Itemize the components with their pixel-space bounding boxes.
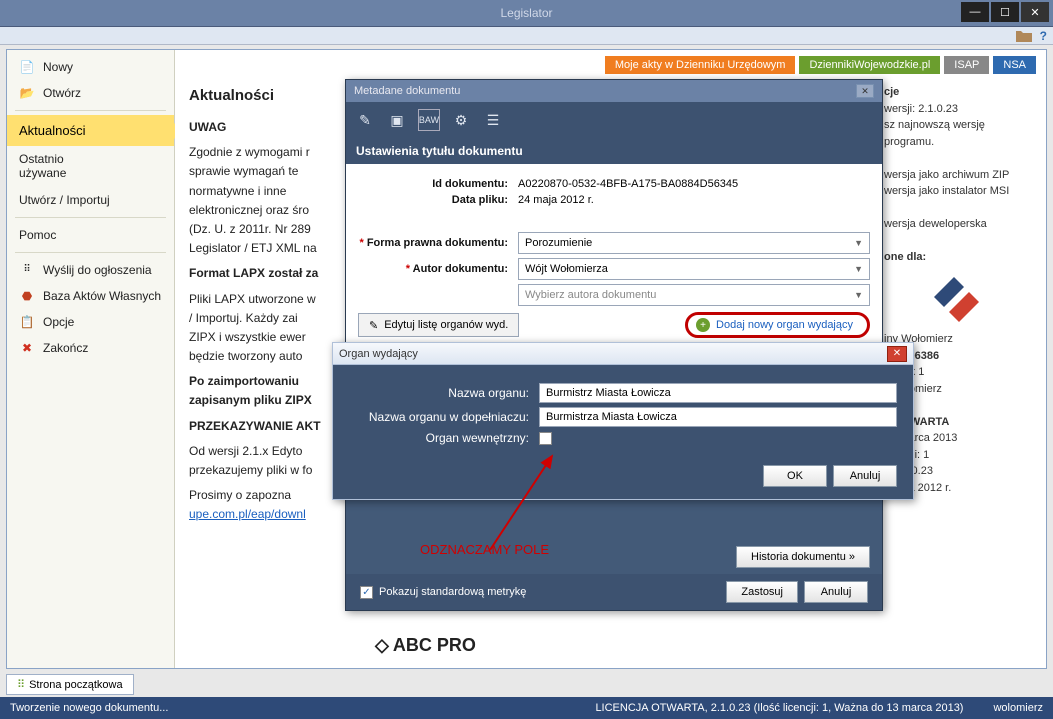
organ-name-label: Nazwa organu: — [349, 386, 539, 400]
heading-przek: PRZEKAZYWANIE AKT — [189, 419, 321, 433]
toplink-isap[interactable]: ISAP — [944, 56, 989, 74]
edit-icon[interactable]: ✎ — [354, 109, 376, 131]
sidebar-label: Nowy — [43, 60, 73, 74]
chevron-down-icon: ▼ — [854, 290, 863, 300]
cancel-button[interactable]: Anuluj — [804, 581, 868, 603]
book-icon[interactable]: ▣ — [386, 109, 408, 131]
options-icon: 📋 — [19, 315, 35, 329]
organ-dialog: Organ wydający ✕ Nazwa organu: Nazwa org… — [332, 342, 914, 500]
chevron-down-icon: ▼ — [854, 264, 863, 274]
autor-combo[interactable]: Wójt Wołomierza ▼ — [518, 258, 870, 280]
link-msi[interactable]: wersja jako instalator MSI — [884, 185, 1009, 197]
organ-internal-checkbox[interactable] — [539, 432, 552, 445]
folder-icon[interactable] — [1016, 29, 1032, 43]
abc-pro-logo: ◇ ABC PRO — [375, 635, 476, 656]
link-zip[interactable]: wersja jako archiwum ZIP — [884, 169, 1009, 181]
tab-start-page[interactable]: ⠿ Strona początkowa — [6, 674, 134, 695]
sidebar-item-recent[interactable]: Ostatnio używane — [7, 146, 174, 187]
forma-label: Forma prawna dokumentu: — [358, 237, 518, 249]
sidebar-item-baw[interactable]: ⬣ Baza Aktów Własnych — [7, 283, 174, 309]
sidebar-item-news[interactable]: Aktualności — [7, 115, 174, 146]
sidebar-label: Otwórz — [43, 86, 81, 100]
grid-icon: ⠿ — [17, 678, 25, 691]
window-titlebar: Legislator — ☐ ✕ — [0, 0, 1053, 27]
annotation-arrow-icon — [460, 450, 560, 560]
organ-genitive-input[interactable] — [539, 407, 897, 427]
heading-format: Format LAPX został za — [189, 266, 318, 280]
checkbox-icon: ✓ — [360, 586, 373, 599]
exit-icon: ✖ — [19, 341, 35, 355]
status-license: LICENCJA OTWARTA, 2.1.0.23 (Ilość licenc… — [595, 702, 963, 714]
dialog2-close-button[interactable]: ✕ — [887, 346, 907, 362]
apply-button[interactable]: Zastosuj — [726, 581, 798, 603]
toplink-nsa[interactable]: NSA — [993, 56, 1036, 74]
organ-genitive-label: Nazwa organu w dopełniaczu: — [349, 410, 539, 424]
heading-uwaga: UWAG — [189, 120, 226, 134]
gear-icon[interactable]: ⚙ — [450, 109, 472, 131]
toplink-moje-akty[interactable]: Moje akty w Dzienniku Urzędowym — [605, 56, 796, 74]
sidebar-label: Zakończ — [43, 341, 88, 355]
sidebar-item-options[interactable]: 📋 Opcje — [7, 309, 174, 335]
sidebar-item-open[interactable]: 📂 Otwórz — [7, 80, 174, 106]
show-metric-checkbox[interactable]: ✓ Pokazuj standardową metrykę — [360, 586, 526, 599]
forma-combo[interactable]: Porozumienie ▼ — [518, 232, 870, 254]
badge-icon: ⬣ — [19, 289, 35, 303]
id-label: Id dokumentu: — [358, 178, 518, 190]
status-bar: Tworzenie nowego dokumentu... LICENCJA O… — [0, 697, 1053, 719]
grid-icon: ⠿ — [19, 263, 35, 277]
sidebar-label: Wyślij do ogłoszenia — [43, 263, 152, 277]
window-close-button[interactable]: ✕ — [1021, 2, 1049, 22]
edit-orgs-button[interactable]: ✎ Edytuj listę organów wyd. — [358, 313, 519, 337]
tab-strip: ⠿ Strona początkowa — [6, 674, 134, 695]
list-icon[interactable]: ☰ — [482, 109, 504, 131]
chevron-down-icon: ▼ — [854, 238, 863, 248]
pencil-icon: ✎ — [369, 319, 378, 332]
sidebar-label: Baza Aktów Własnych — [43, 289, 161, 303]
dialog-title: Metadane dokumentu — [354, 85, 460, 97]
sidebar-item-exit[interactable]: ✖ Zakończ — [7, 335, 174, 361]
window-maximize-button[interactable]: ☐ — [991, 2, 1019, 22]
add-org-button[interactable]: + Dodaj nowy organ wydający — [685, 312, 870, 338]
plus-circle-icon: + — [696, 318, 710, 332]
id-value: A0220870-0532-4BFB-A175-BA0884D56345 — [518, 178, 738, 190]
dialog2-title: Organ wydający — [339, 348, 418, 360]
window-title: Legislator — [500, 6, 552, 20]
logo-placeholder — [924, 272, 1034, 328]
sidebar-label: Pomoc — [19, 228, 56, 242]
history-button[interactable]: Historia dokumentu » — [736, 546, 870, 568]
organ-name-input[interactable] — [539, 383, 897, 403]
sidebar-label: Opcje — [43, 315, 74, 329]
date-value: 24 maja 2012 r. — [518, 194, 594, 206]
autor-label: Autor dokumentu: — [358, 263, 518, 275]
dialog-close-button[interactable]: ✕ — [856, 84, 874, 98]
sidebar-label: używane — [19, 166, 66, 180]
link-dev[interactable]: wersja deweloperska — [884, 218, 987, 230]
ok-button[interactable]: OK — [763, 465, 827, 487]
sidebar-item-help[interactable]: Pomoc — [7, 222, 174, 248]
sidebar-label: Aktualności — [19, 123, 85, 138]
autor-placeholder-combo[interactable]: Wybierz autora dokumentu ▼ — [518, 284, 870, 306]
diamond-icon: ◇ — [375, 635, 389, 656]
document-icon: 📄 — [19, 60, 35, 74]
ribbon-area: ? — [0, 27, 1053, 45]
organ-internal-label: Organ wewnętrzny: — [349, 431, 539, 445]
folder-open-icon: 📂 — [19, 86, 35, 100]
sidebar-label: Utwórz / Importuj — [19, 193, 110, 207]
toplink-dzienniki[interactable]: DziennikiWojewodzkie.pl — [799, 56, 940, 74]
sidebar: 📄 Nowy 📂 Otwórz Aktualności Ostatnio uży… — [7, 50, 175, 668]
sidebar-item-create[interactable]: Utwórz / Importuj — [7, 187, 174, 213]
window-minimize-button[interactable]: — — [961, 2, 989, 22]
sidebar-item-publish[interactable]: ⠿ Wyślij do ogłoszenia — [7, 257, 174, 283]
status-message: Tworzenie nowego dokumentu... — [10, 702, 168, 714]
baw-icon[interactable]: BAW — [418, 109, 440, 131]
dialog-section-title: Ustawienia tytułu dokumentu — [346, 138, 882, 164]
sidebar-item-new[interactable]: 📄 Nowy — [7, 54, 174, 80]
link-download[interactable]: upe.com.pl/eap/downl — [189, 507, 306, 521]
status-user: wolomierz — [993, 702, 1043, 714]
date-label: Data pliku: — [358, 194, 518, 206]
dialog-toolbar: ✎ ▣ BAW ⚙ ☰ — [346, 102, 882, 138]
help-icon[interactable]: ? — [1040, 29, 1047, 43]
sidebar-label: Ostatnio — [19, 152, 64, 166]
cancel-button-2[interactable]: Anuluj — [833, 465, 897, 487]
